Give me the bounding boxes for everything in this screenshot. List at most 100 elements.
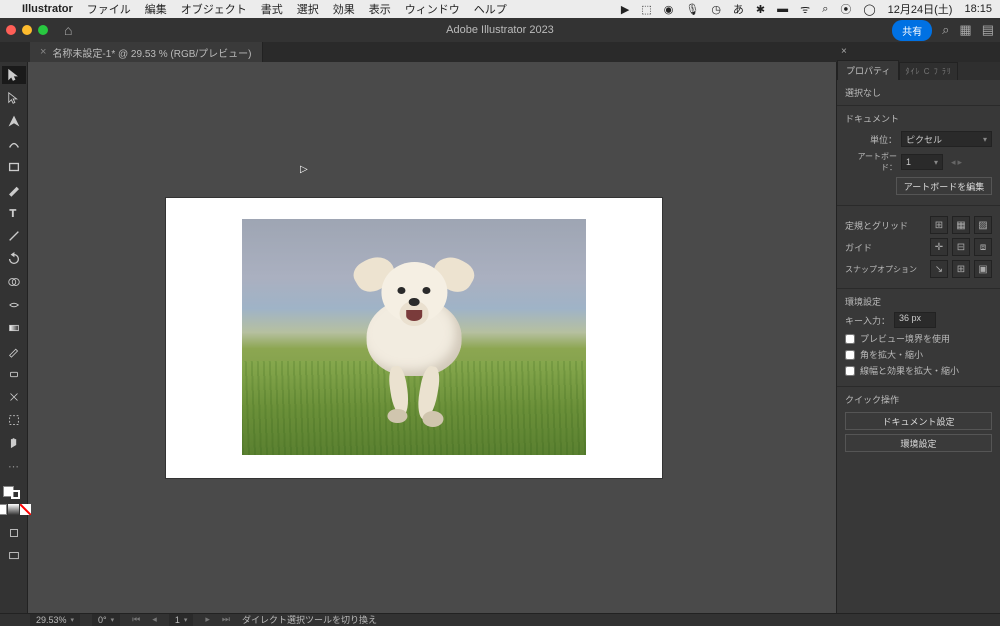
snap-pixel-icon[interactable]: ▣ [974, 260, 992, 278]
rotate-field[interactable]: 0°▾ [92, 614, 120, 626]
unit-select[interactable]: ピクセル▾ [901, 131, 992, 147]
guide-cross-icon[interactable]: ✛ [930, 238, 948, 256]
scissors-tool[interactable] [2, 388, 26, 406]
search-icon[interactable]: ⌕ [942, 22, 949, 38]
artboard-nav-last-icon[interactable]: ⏭ [222, 614, 230, 625]
screen-mode[interactable] [2, 547, 26, 565]
grid-icon[interactable]: ▦ [952, 216, 970, 234]
menu-help[interactable]: ヘルプ [474, 1, 507, 17]
curvature-tool[interactable] [2, 135, 26, 153]
menu-type[interactable]: 書式 [261, 1, 283, 17]
snap-label: スナップオプション [845, 264, 926, 275]
status-clock-icon[interactable]: ◷ [711, 3, 721, 16]
paintbrush-tool[interactable] [2, 181, 26, 199]
rotate-tool[interactable] [2, 250, 26, 268]
artboard-next-icon[interactable]: ▸ [958, 157, 963, 168]
menubar-time[interactable]: 18:15 [964, 3, 992, 15]
artboard-tool[interactable] [2, 411, 26, 429]
menu-file[interactable]: ファイル [87, 1, 131, 17]
menu-select[interactable]: 選択 [297, 1, 319, 17]
status-bluetooth-icon[interactable]: ✱ [756, 3, 765, 16]
menu-edit[interactable]: 編集 [145, 1, 167, 17]
status-control-icon[interactable]: ⦿ [840, 1, 851, 17]
close-window-button[interactable] [6, 25, 16, 35]
status-bar: 29.53%▾ 0°▾ ⏮ ◂ 1▾ ▸ ⏭ ダイレクト選択ツールを切り換え [0, 613, 1000, 625]
minimize-window-button[interactable] [22, 25, 32, 35]
type-tool[interactable]: T [2, 204, 26, 222]
artboard-nav-next-icon[interactable]: ▸ [205, 614, 210, 625]
ruler-icon[interactable]: ⊞ [930, 216, 948, 234]
eraser-tool[interactable] [2, 365, 26, 383]
status-input-icon[interactable]: あ [733, 1, 744, 17]
scale-corners-checkbox[interactable]: 角を拡大・縮小 [845, 348, 992, 361]
eyedropper-tool[interactable] [2, 342, 26, 360]
status-box-icon[interactable]: ⬚ [641, 3, 651, 16]
artboard-nav-prev-icon[interactable]: ◂ [152, 614, 157, 625]
status-search-icon[interactable]: ⌕ [822, 3, 828, 16]
hand-tool[interactable] [2, 434, 26, 452]
snap-grid-icon[interactable]: ⊞ [952, 260, 970, 278]
shape-builder-tool[interactable] [2, 273, 26, 291]
selection-tool[interactable] [2, 66, 26, 84]
guide-lock-icon[interactable]: ⧈ [974, 238, 992, 256]
gradient-mode-icon[interactable] [8, 504, 19, 515]
home-button[interactable]: ⌂ [58, 22, 78, 38]
status-circle-icon[interactable]: ◉ [664, 3, 674, 16]
preview-bounds-checkbox[interactable]: プレビュー境界を使用 [845, 332, 992, 345]
maximize-window-button[interactable] [38, 25, 48, 35]
status-wifi-icon[interactable]: ᯤ [800, 2, 810, 17]
window-controls[interactable] [6, 25, 48, 35]
menu-window[interactable]: ウィンドウ [405, 1, 460, 17]
properties-tab[interactable]: プロパティ [837, 60, 899, 80]
menu-effect[interactable]: 効果 [333, 1, 355, 17]
preferences-button[interactable]: 環境設定 [845, 434, 992, 452]
fill-stroke-swatch[interactable] [3, 486, 24, 497]
width-tool[interactable] [2, 296, 26, 314]
key-input-field[interactable]: 36 px [894, 312, 936, 328]
document-setup-button[interactable]: ドキュメント設定 [845, 412, 992, 430]
gradient-tool[interactable] [2, 319, 26, 337]
artboard[interactable] [166, 198, 662, 478]
panel-close-icon[interactable]: × [841, 46, 847, 57]
document-tab[interactable]: × 名称未設定-1* @ 29.53 % (RGB/プレビュー) [30, 42, 263, 62]
direct-selection-tool[interactable] [2, 89, 26, 107]
color-mode-row[interactable] [0, 504, 31, 515]
color-mode-icon[interactable] [0, 504, 7, 515]
share-button[interactable]: 共有 [892, 20, 932, 41]
line-tool[interactable] [2, 227, 26, 245]
artboard-select[interactable]: 1▾ [901, 154, 943, 170]
properties-panel: × プロパティ ﾀｲﾚ C ﾌ ﾗﾘ 選択なし ドキュメント 単位： ピクセル▾… [836, 62, 1000, 613]
draw-mode[interactable] [2, 524, 26, 542]
workspace-icon[interactable]: ▦ [959, 22, 971, 38]
canvas[interactable]: ▷ [28, 62, 836, 613]
status-notif-icon[interactable]: ◯ [863, 3, 875, 16]
menubar-date[interactable]: 12月24日(土) [888, 1, 953, 17]
stroke-swatch[interactable] [11, 490, 20, 499]
artboard-nav-first-icon[interactable]: ⏮ [132, 614, 140, 625]
arrange-icon[interactable]: ▤ [982, 22, 994, 38]
transparency-grid-icon[interactable]: ▨ [974, 216, 992, 234]
zoom-field[interactable]: 29.53%▾ [30, 614, 80, 626]
snap-point-icon[interactable]: ↘ [930, 260, 948, 278]
artboard-nav-field[interactable]: 1▾ [169, 614, 194, 626]
menu-object[interactable]: オブジェクト [181, 1, 247, 17]
status-play-icon[interactable]: ▶ [621, 3, 629, 16]
status-battery-icon[interactable]: ▬ [777, 3, 788, 15]
placed-image[interactable] [242, 219, 586, 455]
guide-hide-icon[interactable]: ⊟ [952, 238, 970, 256]
status-mic-icon[interactable]: 🎙 [685, 3, 699, 16]
app-menu[interactable]: Illustrator [22, 3, 73, 15]
menu-view[interactable]: 表示 [369, 1, 391, 17]
libraries-tab[interactable]: ﾀｲﾚ C ﾌ ﾗﾘ [899, 62, 957, 80]
edit-toolbar[interactable]: ⋯ [2, 457, 26, 475]
pen-tool[interactable] [2, 112, 26, 130]
document-tab-label: 名称未設定-1* @ 29.53 % (RGB/プレビュー) [52, 45, 251, 60]
rectangle-tool[interactable] [2, 158, 26, 176]
edit-artboard-button[interactable]: アートボードを編集 [896, 177, 992, 195]
macos-menubar: Illustrator ファイル 編集 オブジェクト 書式 選択 効果 表示 ウ… [0, 0, 1000, 18]
artboard-prev-icon[interactable]: ◂ [951, 157, 956, 168]
scale-strokes-checkbox[interactable]: 線幅と効果を拡大・縮小 [845, 364, 992, 377]
no-selection-label: 選択なし [845, 86, 992, 99]
main-area: T ⋯ [0, 62, 1000, 613]
close-tab-icon[interactable]: × [40, 46, 46, 58]
